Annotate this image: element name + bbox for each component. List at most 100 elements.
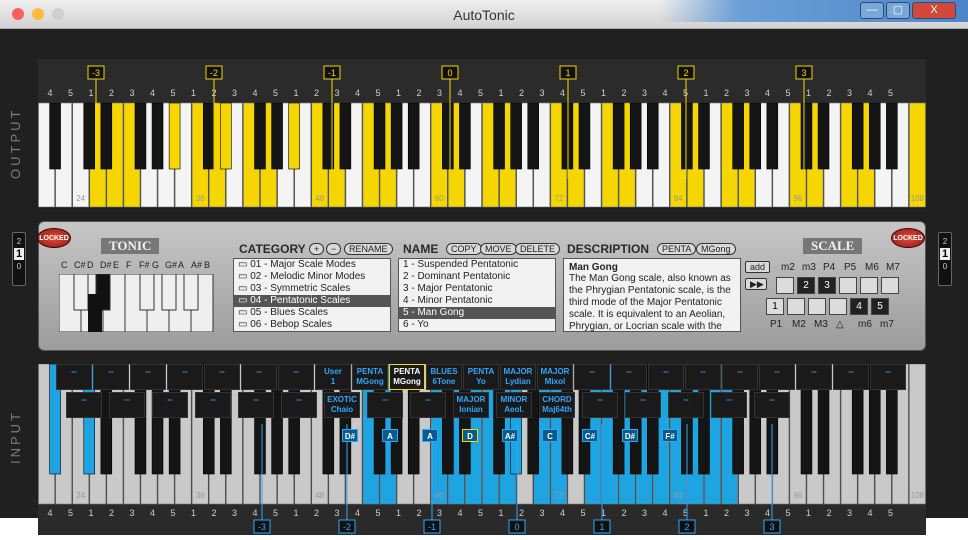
- black-key[interactable]: [851, 102, 864, 170]
- scale-cell-lower[interactable]: [808, 298, 826, 315]
- delete-button[interactable]: DELETE: [515, 243, 561, 255]
- white-key[interactable]: [909, 363, 926, 505]
- pad-label-top[interactable]: --: [685, 364, 721, 390]
- tonic-black-key[interactable]: [139, 274, 155, 311]
- black-key[interactable]: [203, 102, 215, 170]
- list-item[interactable]: 4 - Minor Pentatonic: [399, 295, 555, 307]
- close-button[interactable]: X: [912, 2, 956, 19]
- pad-label-top[interactable]: --: [611, 364, 647, 390]
- black-key[interactable]: [100, 102, 113, 170]
- black-key[interactable]: [698, 102, 710, 170]
- tonic-black-key[interactable]: [73, 274, 89, 311]
- scale-cell-upper[interactable]: 3: [818, 277, 836, 294]
- pad-label-top[interactable]: MAJOR Lydian: [500, 364, 536, 390]
- right-octave-spinner[interactable]: 2 1 0: [938, 232, 952, 286]
- pad-label-top[interactable]: PENTA MGong: [389, 364, 425, 390]
- pad-label-bottom[interactable]: CHORD Maj64th: [539, 392, 575, 418]
- pad-label-top[interactable]: --: [796, 364, 832, 390]
- add-interval-button[interactable]: add: [745, 261, 771, 273]
- pad-label-bottom[interactable]: --: [625, 392, 661, 418]
- tonic-keyboard[interactable]: [59, 274, 219, 332]
- list-item[interactable]: 2 - Dominant Pentatonic: [399, 271, 555, 283]
- scale-cell-upper[interactable]: 2: [797, 277, 815, 294]
- pad-label-top[interactable]: --: [870, 364, 906, 390]
- black-key[interactable]: [288, 102, 300, 170]
- pad-label-bottom[interactable]: --: [711, 392, 747, 418]
- tonic-black-key[interactable]: [183, 274, 199, 311]
- black-key[interactable]: [561, 102, 574, 170]
- black-key[interactable]: [749, 102, 761, 170]
- pad-label-bottom[interactable]: EXOTIC Chaio: [324, 392, 360, 418]
- move-button[interactable]: MOVE: [480, 243, 517, 255]
- pad-label-top[interactable]: --: [204, 364, 240, 390]
- black-key[interactable]: [390, 102, 403, 170]
- scale-cell-upper[interactable]: [860, 277, 878, 294]
- black-key[interactable]: [407, 102, 420, 170]
- pad-label-top[interactable]: --: [278, 364, 314, 390]
- left-octave-spinner[interactable]: 2 1 0: [12, 232, 26, 286]
- scale-cell-lower[interactable]: 4: [850, 298, 868, 315]
- scale-name-list[interactable]: 1 - Suspended Pentatonic 2 - Dominant Pen…: [398, 258, 556, 332]
- pad-label-bottom[interactable]: --: [195, 392, 231, 418]
- list-item[interactable]: 5 - Man Gong: [399, 307, 555, 319]
- black-key[interactable]: [510, 102, 522, 170]
- black-key[interactable]: [339, 102, 352, 170]
- category-rename-button[interactable]: RENAME: [344, 243, 393, 255]
- list-item[interactable]: ▭ 02 - Melodic Minor Modes: [234, 271, 390, 283]
- scale-cell-upper[interactable]: [881, 277, 899, 294]
- pad-label-top[interactable]: BLUES 6Tone: [426, 364, 462, 390]
- pad-label-bottom[interactable]: --: [109, 392, 145, 418]
- pad-label-top[interactable]: --: [130, 364, 166, 390]
- pad-label-bottom[interactable]: --: [410, 392, 446, 418]
- scale-cell-upper[interactable]: [839, 277, 857, 294]
- black-key[interactable]: [220, 102, 232, 170]
- category-add-button[interactable]: +: [309, 243, 325, 255]
- pad-label-top[interactable]: User 1: [315, 364, 351, 390]
- scale-cell-lower[interactable]: 5: [871, 298, 889, 315]
- black-key[interactable]: [527, 102, 539, 170]
- list-item[interactable]: ▭ 04 - Pentatonic Scales: [234, 295, 390, 307]
- pad-label-bottom[interactable]: --: [152, 392, 188, 418]
- pad-label-top[interactable]: --: [56, 364, 92, 390]
- black-key[interactable]: [254, 102, 266, 170]
- pad-label-bottom[interactable]: --: [281, 392, 317, 418]
- pad-label-bottom[interactable]: MAJOR Ionian: [453, 392, 489, 418]
- output-keyboard[interactable]: 4512345123451234512345123451234512345123…: [38, 59, 926, 209]
- pad-label-bottom[interactable]: --: [238, 392, 274, 418]
- minimize-button[interactable]: —: [860, 2, 884, 19]
- black-key[interactable]: [766, 102, 779, 170]
- black-key[interactable]: [271, 102, 283, 170]
- list-item[interactable]: ▭ 05 - Blues Scales: [234, 307, 390, 319]
- pad-label-top[interactable]: PENTA MGong: [352, 364, 388, 390]
- black-key[interactable]: [800, 102, 813, 170]
- black-key[interactable]: [373, 102, 386, 170]
- scale-cell-upper[interactable]: [776, 277, 794, 294]
- category-list[interactable]: ▭ 01 - Major Scale Modes ▭ 02 - Melodic M…: [233, 258, 391, 332]
- scale-cell-lower[interactable]: [787, 298, 805, 315]
- white-key[interactable]: [909, 102, 926, 208]
- black-key[interactable]: [869, 102, 881, 170]
- pad-label-bottom[interactable]: --: [582, 392, 618, 418]
- maximize-button[interactable]: ▢: [886, 2, 910, 19]
- black-key[interactable]: [151, 102, 164, 170]
- tonic-black-key[interactable]: [161, 274, 177, 311]
- pad-label-top[interactable]: --: [759, 364, 795, 390]
- locked-left-button[interactable]: LOCKED: [37, 228, 71, 248]
- black-key[interactable]: [629, 102, 642, 170]
- pad-label-top[interactable]: PENTA Yo: [463, 364, 499, 390]
- black-key[interactable]: [578, 102, 591, 170]
- black-key[interactable]: [612, 102, 625, 170]
- pad-label-bottom[interactable]: --: [367, 392, 403, 418]
- pad-label-top[interactable]: MAJOR Mixol: [537, 364, 573, 390]
- black-key[interactable]: [732, 102, 744, 170]
- copy-button[interactable]: COPY: [446, 243, 482, 255]
- pad-label-bottom[interactable]: --: [66, 392, 102, 418]
- pad-label-bottom[interactable]: --: [754, 392, 790, 418]
- black-key[interactable]: [886, 102, 898, 170]
- category-remove-button[interactable]: −: [326, 243, 342, 255]
- list-item[interactable]: 1 - Suspended Pentatonic: [399, 259, 555, 271]
- list-item[interactable]: 3 - Major Pentatonic: [399, 283, 555, 295]
- list-item[interactable]: ▭ 06 - Bebop Scales: [234, 319, 390, 331]
- black-key[interactable]: [442, 102, 454, 170]
- black-key[interactable]: [459, 102, 471, 170]
